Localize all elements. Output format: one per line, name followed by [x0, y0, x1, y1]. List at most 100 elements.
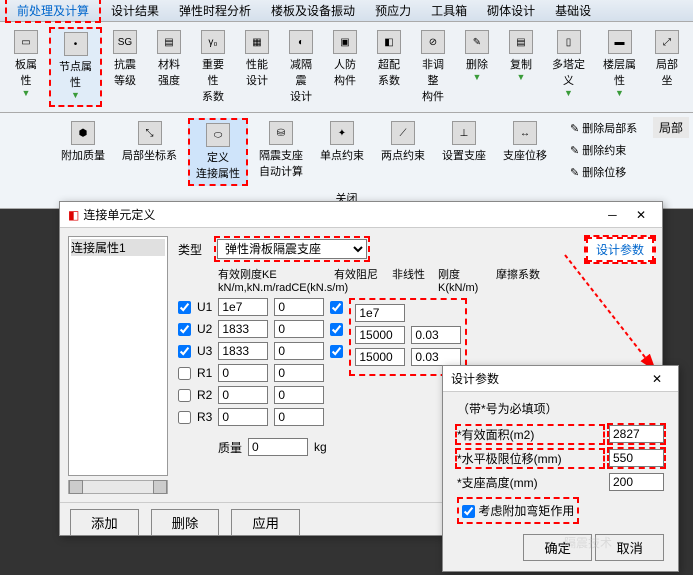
sub-local-side[interactable]: 局部 — [653, 117, 689, 138]
area-label: *有效面积(m2) — [457, 426, 603, 443]
mass-icon: ⬢ — [71, 121, 95, 145]
menu-design-result[interactable]: 设计结果 — [101, 0, 169, 21]
menu-foundation[interactable]: 基础设 — [545, 0, 601, 21]
add-button[interactable]: 添加 — [70, 509, 139, 536]
u2-ke[interactable] — [218, 320, 268, 338]
u1-ce[interactable] — [274, 298, 324, 316]
db-icon: ⛁ — [269, 121, 293, 145]
defense-icon: ▣ — [333, 30, 357, 54]
r3-ke[interactable] — [218, 408, 268, 426]
menu-toolbox[interactable]: 工具箱 — [421, 0, 477, 21]
row-label: U2 — [197, 322, 212, 336]
u2-nl[interactable] — [330, 323, 343, 336]
r3-check[interactable] — [178, 411, 191, 424]
sub-isolator-auto[interactable]: ⛁隔震支座 自动计算 — [253, 118, 309, 186]
u3-ke[interactable] — [218, 342, 268, 360]
ribbon-nonadj[interactable]: ⊘非调整 构件 — [412, 27, 454, 107]
moment-checkbox[interactable] — [462, 505, 475, 518]
required-note: （带*号为必填项） — [449, 398, 672, 419]
close-button[interactable]: ✕ — [628, 208, 654, 222]
type-label: 类型 — [178, 241, 208, 258]
moment-label: 考虑附加弯矩作用 — [478, 504, 574, 518]
u3-nl[interactable] — [330, 345, 343, 358]
sub-define-link[interactable]: ⬭定义 连接属性 — [188, 118, 248, 186]
mass-input[interactable] — [248, 438, 308, 456]
ribbon-plate-prop[interactable]: ▭板属性▼ — [5, 27, 47, 107]
mass-unit: kg — [314, 440, 327, 454]
r1-check[interactable] — [178, 367, 191, 380]
menu-preprocess[interactable]: 前处理及计算 — [5, 0, 101, 23]
property-list[interactable]: 连接属性1 — [68, 236, 168, 476]
design-params-button[interactable]: 设计参数 — [586, 237, 654, 262]
menu-floor[interactable]: 楼板及设备振动 — [261, 0, 365, 21]
sub-localcs[interactable]: ⤡局部坐标系 — [116, 118, 183, 186]
sub-del-disp[interactable]: ✎删除位移 — [566, 162, 641, 182]
delete-button[interactable]: 删除 — [151, 509, 220, 536]
area-input[interactable] — [609, 425, 664, 443]
ribbon-importance[interactable]: γ₀重要性 系数 — [192, 27, 234, 107]
sg-icon: SG — [113, 30, 137, 54]
ribbon-floor-prop[interactable]: ▬楼层属性▼ — [595, 27, 644, 107]
row-label: R2 — [197, 388, 212, 402]
sub-support-disp[interactable]: ↔支座位移 — [497, 118, 553, 186]
params-close-button[interactable]: ✕ — [644, 372, 670, 386]
ribbon-node-prop[interactable]: •节点属性▼ — [49, 27, 102, 107]
row-label: U1 — [197, 300, 212, 314]
scrollbar[interactable] — [68, 480, 168, 494]
ribbon-delete[interactable]: ✎删除▼ — [456, 27, 498, 107]
u3-k[interactable] — [355, 348, 405, 366]
sub-two-constraint[interactable]: ⟋两点约束 — [375, 118, 431, 186]
tower-icon: ▯ — [557, 30, 581, 54]
minimize-button[interactable]: ─ — [600, 208, 625, 222]
isolation-icon: ◐ — [289, 30, 313, 54]
height-label: *支座高度(mm) — [457, 474, 603, 491]
ribbon-local[interactable]: ⤢局部坐 — [646, 27, 688, 107]
perf-icon: ▦ — [245, 30, 269, 54]
menu-masonry[interactable]: 砌体设计 — [477, 0, 545, 21]
type-select[interactable]: 弹性滑板隔震支座 — [217, 239, 367, 259]
menu-bar: 前处理及计算 设计结果 弹性时程分析 楼板及设备振动 预应力 工具箱 砌体设计 … — [0, 0, 693, 22]
sub-del-constraint[interactable]: ✎删除约束 — [566, 140, 641, 160]
ribbon-defense[interactable]: ▣人防 构件 — [324, 27, 366, 107]
u1-check[interactable] — [178, 301, 191, 314]
u1-k[interactable] — [355, 304, 405, 322]
sub-del-localcs[interactable]: ✎删除局部系 — [566, 118, 641, 138]
r1-ce[interactable] — [274, 364, 324, 382]
menu-prestress[interactable]: 预应力 — [365, 0, 421, 21]
u1-nl[interactable] — [330, 301, 343, 314]
r3-ce[interactable] — [274, 408, 324, 426]
r2-ke[interactable] — [218, 386, 268, 404]
ribbon-overcfg[interactable]: ◧超配 系数 — [368, 27, 410, 107]
menu-elastic[interactable]: 弹性时程分析 — [169, 0, 261, 21]
r2-check[interactable] — [178, 389, 191, 402]
list-item[interactable]: 连接属性1 — [71, 239, 165, 256]
material-icon: ▤ — [157, 30, 181, 54]
u2-check[interactable] — [178, 323, 191, 336]
u3-check[interactable] — [178, 345, 191, 358]
ribbon-performance[interactable]: ▦性能 设计 — [236, 27, 278, 107]
disp-input[interactable] — [609, 449, 664, 467]
u2-ce[interactable] — [274, 320, 324, 338]
ribbon: ▭板属性▼ •节点属性▼ SG抗震 等级 ▤材料 强度 γ₀重要性 系数 ▦性能… — [0, 22, 693, 113]
sub-addmass[interactable]: ⬢附加质量 — [55, 118, 111, 186]
column-headers: 有效刚度KE kN/m,kN.m/radCE(kN.s/m) 有效阻尼 非线性 … — [178, 266, 654, 294]
disp-label: *水平极限位移(mm) — [457, 450, 603, 467]
u3-ce[interactable] — [274, 342, 324, 360]
r2-ce[interactable] — [274, 386, 324, 404]
u3-fc[interactable] — [411, 348, 461, 366]
sub-single-constraint[interactable]: ✦单点约束 — [314, 118, 370, 186]
ribbon-seismic[interactable]: SG抗震 等级 — [104, 27, 146, 107]
ribbon-isolation[interactable]: ◐减隔震 设计 — [280, 27, 322, 107]
r1-ke[interactable] — [218, 364, 268, 382]
ribbon-material[interactable]: ▤材料 强度 — [148, 27, 190, 107]
ribbon-copy[interactable]: ▤复制▼ — [500, 27, 542, 107]
ribbon-tower[interactable]: ▯多塔定义▼ — [544, 27, 593, 107]
u2-fc[interactable] — [411, 326, 461, 344]
two-icon: ⟋ — [391, 121, 415, 145]
height-input[interactable] — [609, 473, 664, 491]
apply-button[interactable]: 应用 — [231, 509, 300, 536]
u2-k[interactable] — [355, 326, 405, 344]
sub-set-support[interactable]: ⊥设置支座 — [436, 118, 492, 186]
u1-ke[interactable] — [218, 298, 268, 316]
pen-icon: ✎ — [570, 144, 579, 157]
